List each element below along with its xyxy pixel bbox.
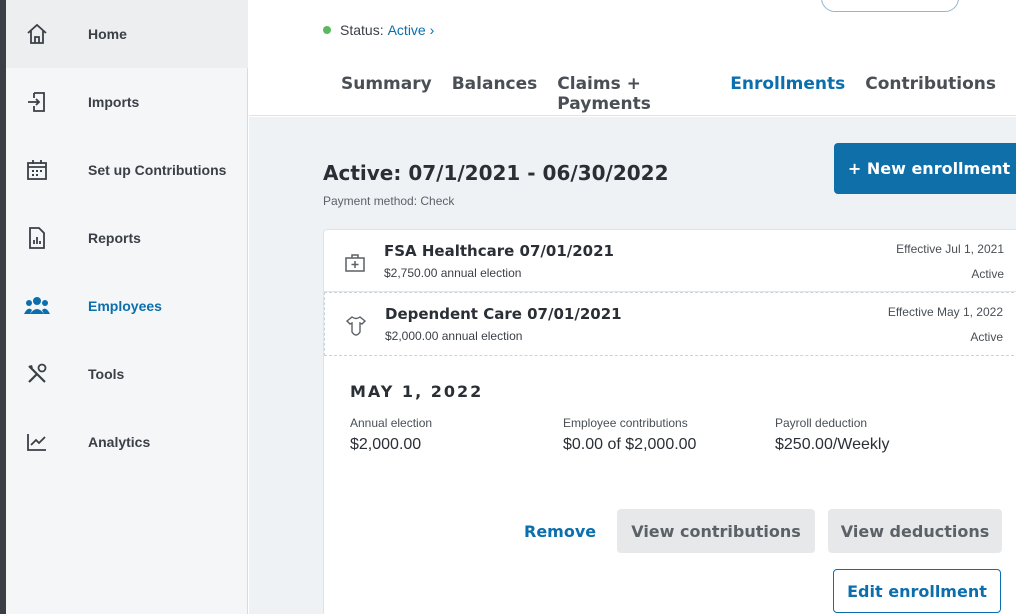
sidebar-item-imports[interactable]: Imports: [6, 68, 248, 136]
enrollment-row-dependent-care[interactable]: Dependent Care 07/01/2021 $2,000.00 annu…: [324, 292, 1016, 356]
sidebar-item-employees[interactable]: Employees: [6, 272, 248, 340]
sidebar-item-tools[interactable]: Tools: [6, 340, 248, 408]
home-icon: [24, 21, 50, 47]
status-label: Status:: [340, 22, 384, 38]
import-icon: [24, 89, 50, 115]
sidebar-item-set-up-contributions[interactable]: Set up Contributions: [6, 136, 248, 204]
medical-kit-icon: [344, 252, 366, 274]
enrollment-row-fsa[interactable]: FSA Healthcare 07/01/2021 $2,750.00 annu…: [324, 230, 1016, 292]
analytics-icon: [24, 429, 50, 455]
remove-button[interactable]: Remove: [524, 522, 596, 541]
sidebar-item-analytics[interactable]: Analytics: [6, 408, 248, 476]
enrollment-effective: Effective May 1, 2022: [887, 305, 1003, 319]
status-link[interactable]: Active ›: [388, 22, 435, 38]
enrollment-status: Active: [970, 330, 1003, 344]
report-icon: [24, 225, 50, 251]
detail-date: MAY 1, 2022: [350, 382, 484, 401]
payroll-deduction-label: Payroll deduction: [775, 416, 868, 430]
header-action-button[interactable]: [821, 0, 959, 12]
payment-method: Payment method: Check: [323, 194, 455, 208]
enrollment-election: $2,000.00 annual election: [385, 329, 523, 343]
annual-election-value: $2,000.00: [350, 436, 422, 453]
sidebar-item-label: Imports: [88, 94, 140, 110]
enrollment-election: $2,750.00 annual election: [384, 266, 522, 280]
sidebar-item-label: Analytics: [88, 434, 151, 450]
enrollment-name: FSA Healthcare 07/01/2021: [384, 242, 614, 260]
sidebar-item-label: Reports: [88, 230, 141, 246]
employee-header: Status: Active › Summary Balances Claims…: [249, 0, 1016, 128]
calendar-icon: [24, 157, 50, 183]
sidebar-item-reports[interactable]: Reports: [6, 204, 248, 272]
employee-contributions-value: $0.00 of $2,000.00: [563, 436, 697, 453]
sidebar-item-label: Set up Contributions: [88, 162, 227, 178]
sidebar-item-label: Employees: [88, 298, 162, 314]
enrollment-name: Dependent Care 07/01/2021: [385, 305, 622, 323]
view-deductions-button[interactable]: View deductions: [828, 509, 1002, 553]
employee-contributions-label: Employee contributions: [563, 416, 688, 430]
status-indicator: Status: Active ›: [323, 22, 434, 38]
sidebar-item-home[interactable]: Home: [6, 0, 248, 68]
sidebar-item-label: Tools: [88, 366, 125, 382]
new-enrollment-button[interactable]: + New enrollment: [834, 143, 1016, 194]
onesie-icon: [345, 315, 367, 337]
enrollment-card: FSA Healthcare 07/01/2021 $2,750.00 annu…: [323, 229, 1016, 614]
view-contributions-button[interactable]: View contributions: [617, 509, 815, 553]
people-icon: [24, 293, 50, 319]
enrollments-panel: Active: 07/1/2021 - 06/30/2022 Payment m…: [249, 117, 1016, 614]
enrollment-effective: Effective Jul 1, 2021: [896, 242, 1004, 256]
status-dot-icon: [323, 26, 331, 34]
sidebar: Home Imports Set up Contributions Report…: [0, 0, 248, 614]
annual-election-label: Annual election: [350, 416, 433, 430]
edit-enrollment-button[interactable]: Edit enrollment: [833, 569, 1001, 613]
page-title: Active: 07/1/2021 - 06/30/2022: [323, 161, 669, 185]
enrollment-status: Active: [971, 267, 1004, 281]
tools-icon: [24, 361, 50, 387]
sidebar-item-label: Home: [88, 26, 127, 42]
payroll-deduction-value: $250.00/Weekly: [775, 436, 890, 453]
